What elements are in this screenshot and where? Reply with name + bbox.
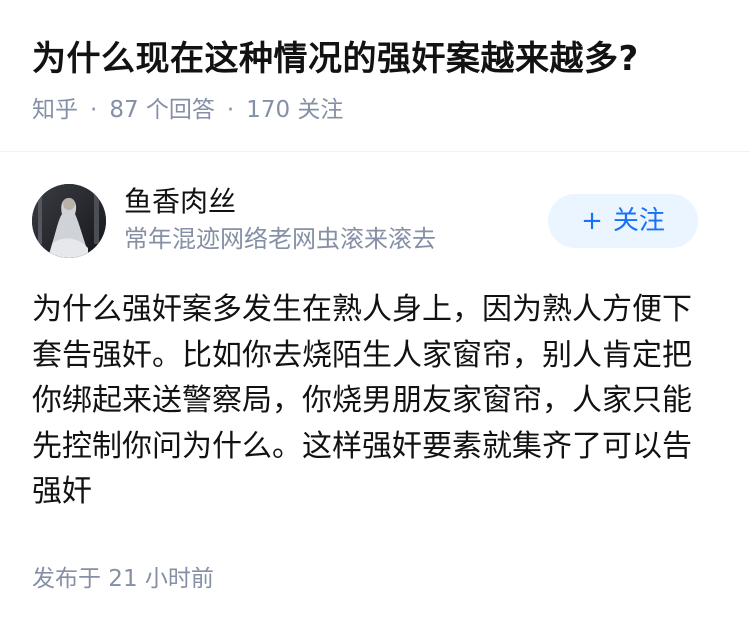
answers-count[interactable]: 87 个回答 bbox=[109, 97, 215, 123]
meta-separator: · bbox=[226, 97, 235, 123]
meta-separator: · bbox=[90, 97, 98, 123]
author-info: 鱼香肉丝 常年混迹网络老网虫滚来滚去 bbox=[124, 184, 436, 254]
question-title[interactable]: 为什么现在这种情况的强奸案越来越多? bbox=[32, 30, 722, 88]
plus-icon: + bbox=[581, 206, 603, 236]
divider bbox=[0, 151, 750, 152]
answer-published-time: 发布于 21 小时前 bbox=[32, 566, 214, 592]
follow-button[interactable]: + 关注 bbox=[548, 194, 698, 248]
author-name[interactable]: 鱼香肉丝 bbox=[124, 184, 436, 220]
avatar[interactable] bbox=[32, 184, 106, 258]
source-label[interactable]: 知乎 bbox=[32, 97, 78, 123]
follow-button-label: 关注 bbox=[612, 206, 665, 236]
question-header: 为什么现在这种情况的强奸案越来越多? 知乎 · 87 个回答 · 170 关注 bbox=[32, 30, 722, 124]
avatar-image bbox=[32, 184, 106, 258]
followers-count: 170 关注 bbox=[246, 97, 344, 123]
answer-content[interactable]: 为什么强奸案多发生在熟人身上，因为熟人方便下套告强奸。比如你去烧陌生人家窗帘，别… bbox=[32, 287, 702, 515]
question-meta: 知乎 · 87 个回答 · 170 关注 bbox=[32, 96, 722, 124]
author-bio: 常年混迹网络老网虫滚来滚去 bbox=[124, 225, 436, 253]
author-row: 鱼香肉丝 常年混迹网络老网虫滚来滚去 + 关注 bbox=[32, 184, 698, 260]
